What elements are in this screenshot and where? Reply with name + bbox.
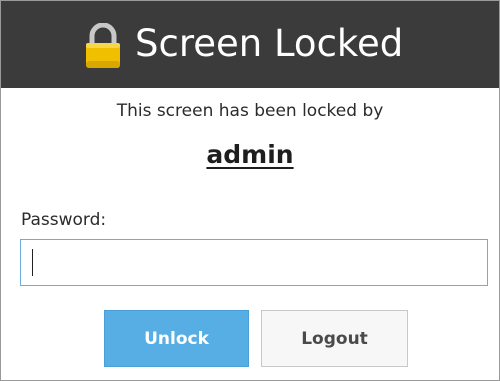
unlock-button[interactable]: Unlock [104, 310, 249, 367]
password-input[interactable] [20, 239, 488, 286]
locked-by-username: admin [206, 140, 294, 169]
lock-icon [86, 23, 120, 68]
lock-message: This screen has been locked by [116, 101, 384, 121]
title-bar: Screen Locked [1, 1, 499, 88]
dialog-title: Screen Locked [135, 22, 404, 65]
logout-button[interactable]: Logout [261, 310, 408, 367]
screen-locked-dialog: Screen Locked This screen has been locke… [0, 0, 500, 381]
text-caret [32, 249, 33, 276]
password-label: Password: [21, 210, 107, 230]
